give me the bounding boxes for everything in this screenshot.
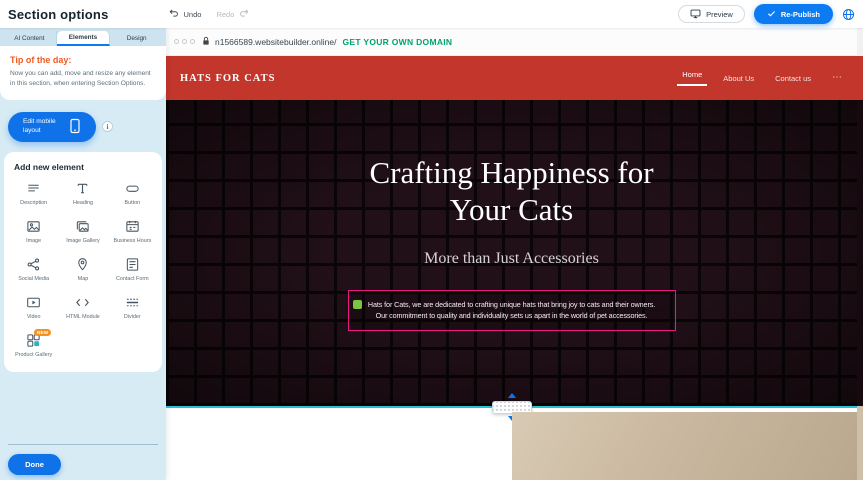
tab-ai-content[interactable]: AI Content [3, 31, 57, 46]
new-badge: NEW [34, 329, 51, 336]
traffic-dot [190, 39, 195, 44]
edge-header-segment [857, 56, 863, 100]
redo-button[interactable]: Redo [216, 10, 234, 19]
html-module-icon [75, 295, 90, 311]
sidebar: AI Content Elements Design Tip of the da… [0, 28, 166, 480]
social-media-icon [26, 257, 41, 273]
add-element-video[interactable]: Video [9, 295, 58, 321]
topbar-actions: Preview Re-Publish [678, 4, 855, 24]
tab-design[interactable]: Design [110, 31, 163, 46]
add-element-image[interactable]: Image [9, 219, 58, 245]
republish-button[interactable]: Re-Publish [754, 4, 833, 24]
undo-button[interactable]: Undo [184, 10, 202, 19]
add-element-button[interactable]: Button [108, 181, 157, 207]
check-icon [767, 9, 776, 20]
tip-of-the-day: Tip of the day: Now you can add, move an… [0, 46, 166, 100]
nav-item-about-us[interactable]: About Us [723, 74, 754, 83]
info-icon[interactable]: i [102, 121, 113, 132]
add-element-map[interactable]: Map [58, 257, 107, 283]
add-element-panel: Add new element Description Heading Butt… [4, 152, 162, 372]
description-icon [26, 181, 41, 197]
preview-button[interactable]: Preview [678, 5, 745, 23]
hero-subtitle[interactable]: More than Just Accessories [166, 250, 857, 268]
next-section-image [512, 412, 857, 480]
add-element-grid: Description Heading Button Image Image G… [9, 181, 157, 359]
history-controls: Undo Redo [169, 8, 250, 20]
traffic-dots [174, 39, 195, 44]
edge-hero-segment [857, 100, 863, 406]
edit-mobile-row: Edit mobile layout i [0, 100, 166, 150]
add-element-business-hours[interactable]: Business Hours [108, 219, 157, 245]
hero-title-line1: Crafting Happiness for [166, 154, 857, 191]
nav-more-icon[interactable]: ⋯ [832, 73, 843, 83]
nav-item-contact-us[interactable]: Contact us [775, 74, 811, 83]
site-url: n1566589.websitebuilder.online/ [215, 37, 336, 47]
preview-edge-strip [857, 28, 863, 480]
tip-body: Now you can add, move and resize any ele… [10, 69, 156, 89]
hero-title[interactable]: Crafting Happiness for Your Cats [166, 100, 857, 228]
video-icon [26, 295, 41, 311]
hero-section: Crafting Happiness for Your Cats More th… [166, 100, 857, 406]
browser-address-bar: n1566589.websitebuilder.online/ GET YOUR… [166, 28, 857, 56]
edit-mobile-layout-button[interactable]: Edit mobile layout [8, 112, 96, 142]
hero-paragraph-text: Hats for Cats, we are dedicated to craft… [368, 300, 655, 320]
add-element-product-gallery[interactable]: NEW Product Gallery [9, 333, 58, 359]
add-element-contact-form[interactable]: Contact Form [108, 257, 157, 283]
contact-form-icon [125, 257, 140, 273]
nav-item-home[interactable]: Home [682, 70, 702, 86]
add-element-html-module[interactable]: HTML Module [58, 295, 107, 321]
image-icon [26, 219, 41, 235]
edit-mobile-label: Edit mobile layout [23, 118, 63, 135]
add-element-description[interactable]: Description [9, 181, 58, 207]
done-button[interactable]: Done [8, 454, 61, 475]
site-header: HATS FOR CATS Home About Us Contact us ⋯ [166, 56, 857, 100]
preview-button-label: Preview [706, 10, 733, 19]
site-logo[interactable]: HATS FOR CATS [180, 73, 275, 84]
get-domain-link[interactable]: GET YOUR OWN DOMAIN [342, 37, 452, 47]
app-window: Section options Undo Redo Preview [0, 0, 863, 480]
hero-title-line2: Your Cats [166, 191, 857, 228]
traffic-dot [182, 39, 187, 44]
map-icon [75, 257, 90, 273]
sidebar-divider [8, 444, 158, 445]
phone-icon [69, 118, 81, 136]
button-icon [125, 181, 140, 197]
divider-icon [125, 295, 140, 311]
resize-arrow-up-icon [508, 393, 516, 398]
add-element-heading[interactable]: Heading [58, 181, 107, 207]
edge-browser-segment [857, 28, 863, 56]
undo-icon[interactable] [169, 8, 179, 20]
traffic-dot [174, 39, 179, 44]
element-marker-icon [353, 300, 362, 309]
sidebar-tabs: AI Content Elements Design [0, 28, 166, 46]
tab-elements[interactable]: Elements [57, 31, 111, 46]
page-title: Section options [8, 7, 109, 22]
language-globe-icon[interactable] [842, 8, 855, 21]
image-gallery-icon [75, 219, 90, 235]
add-element-social-media[interactable]: Social Media [9, 257, 58, 283]
republish-button-label: Re-Publish [781, 10, 820, 19]
hero-paragraph-selected[interactable]: Hats for Cats, we are dedicated to craft… [348, 290, 676, 331]
sidebar-bottom: Done [8, 444, 158, 475]
editor-canvas: n1566589.websitebuilder.online/ GET YOUR… [166, 28, 857, 480]
redo-icon[interactable] [239, 8, 249, 20]
site-preview: HATS FOR CATS Home About Us Contact us ⋯… [166, 56, 857, 480]
monitor-icon [690, 8, 701, 21]
site-nav: Home About Us Contact us ⋯ [682, 70, 843, 86]
add-element-divider[interactable]: Divider [108, 295, 157, 321]
edge-next-segment [857, 406, 863, 480]
lock-icon [202, 33, 210, 51]
tip-title: Tip of the day: [10, 55, 156, 65]
heading-icon [75, 181, 90, 197]
add-element-image-gallery[interactable]: Image Gallery [58, 219, 107, 245]
top-bar: Section options Undo Redo Preview [0, 0, 863, 28]
business-hours-icon [125, 219, 140, 235]
add-element-title: Add new element [14, 162, 157, 172]
